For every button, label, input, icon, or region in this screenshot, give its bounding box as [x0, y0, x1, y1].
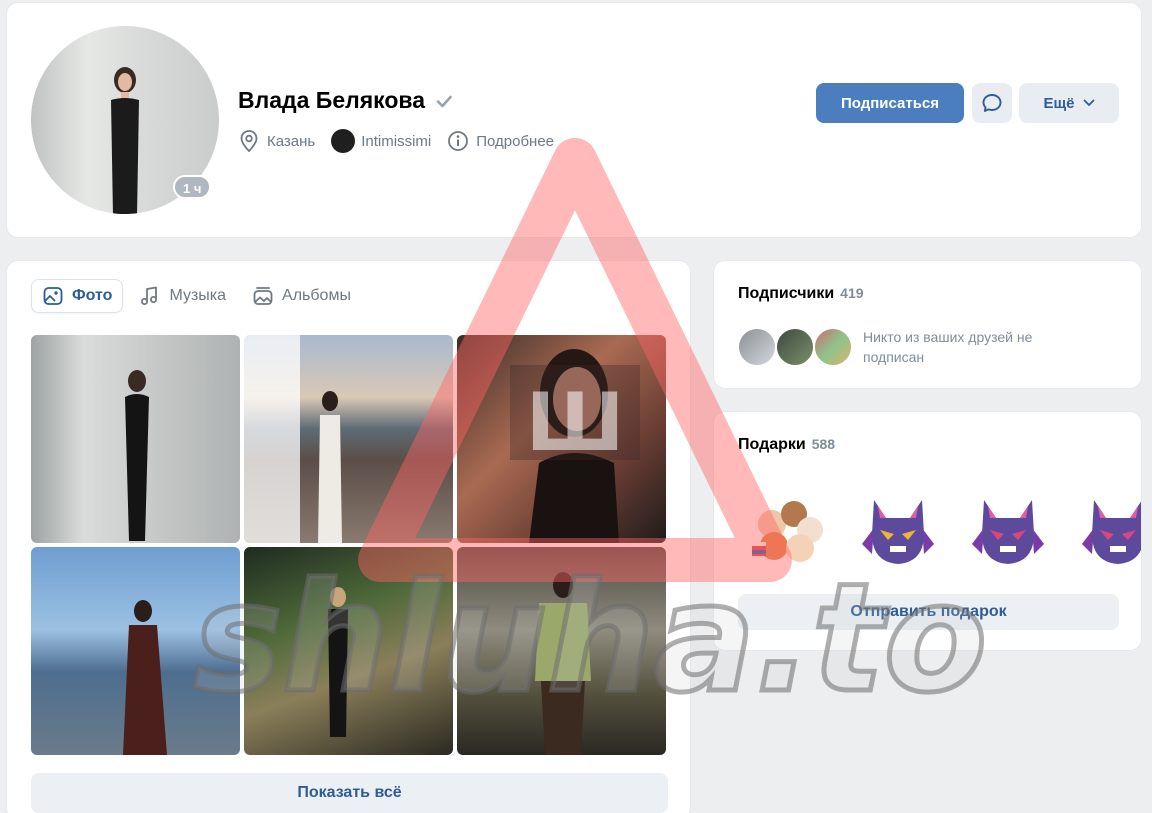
profile-header: 1 ч Влада Белякова Казань Intimissimi По… [6, 2, 1142, 238]
message-bubble-icon [982, 94, 1002, 112]
no-friends-note: Никто из ваших друзей не подписан [863, 329, 1033, 365]
photo-thumbnail[interactable] [457, 335, 666, 543]
photo-tabs: Фото Музыка Альбомы [31, 279, 367, 313]
photo-thumbnail[interactable] [244, 547, 453, 755]
tab-photos[interactable]: Фото [31, 279, 124, 313]
photo-thumbnail[interactable] [31, 547, 240, 755]
tab-music-label: Музыка [169, 287, 227, 304]
details-label: Подробнее [476, 132, 555, 150]
photo-icon [43, 287, 63, 305]
avatar-figure [111, 67, 139, 214]
info-icon [448, 131, 469, 151]
profile-name: Влада Белякова [238, 87, 426, 113]
name-row: Влада Белякова [238, 87, 453, 114]
company-item[interactable]: Intimissimi [331, 129, 431, 153]
gift-sticker-animals[interactable] [742, 484, 834, 576]
photo-grid [31, 335, 668, 755]
followers-count: 419 [840, 285, 864, 301]
music-note-icon [141, 286, 158, 305]
details-link[interactable]: Подробнее [447, 130, 554, 152]
company-label: Intimissimi [361, 132, 432, 150]
show-all-button[interactable]: Показать всё [31, 773, 668, 813]
photo-thumbnail[interactable] [31, 335, 240, 543]
followers-header[interactable]: Подписчики 419 [738, 285, 864, 303]
send-gift-button[interactable]: Отправить подарок [738, 594, 1119, 630]
photo-thumbnail[interactable] [244, 335, 453, 543]
message-button[interactable] [972, 83, 1012, 123]
follower-avatar[interactable] [737, 327, 777, 367]
photo-thumbnail[interactable] [457, 547, 666, 755]
chevron-down-icon [1083, 99, 1094, 106]
follower-avatar[interactable] [813, 327, 853, 367]
gift-sticker-bat[interactable] [962, 484, 1054, 576]
gift-sticker-bat[interactable] [852, 484, 944, 576]
gifts-title: Подарки [738, 436, 806, 453]
subscribe-button[interactable]: Подписаться [816, 83, 964, 123]
gift-sticker-bat[interactable] [1072, 484, 1142, 576]
tab-music[interactable]: Музыка [129, 279, 236, 313]
more-button[interactable]: Ещё [1019, 83, 1119, 123]
followers-title: Подписчики [738, 285, 835, 302]
tab-albums-label: Альбомы [282, 287, 351, 304]
tab-albums[interactable]: Альбомы [242, 279, 361, 313]
profile-info: Казань Intimissimi Подробнее [238, 129, 570, 153]
city-item[interactable]: Казань [238, 129, 315, 153]
albums-icon [253, 287, 273, 305]
follower-avatar[interactable] [775, 327, 815, 367]
followers-section: Подписчики 419 Никто из ваших друзей не … [713, 260, 1142, 389]
tab-photos-label: Фото [72, 287, 113, 304]
city-label: Казань [267, 132, 316, 150]
location-pin-icon [240, 130, 258, 153]
online-badge: 1 ч [173, 175, 212, 199]
photos-section: Фото Музыка Альбомы Показать всё [6, 260, 691, 813]
gifts-header[interactable]: Подарки 588 [738, 436, 835, 454]
gifts-count: 588 [811, 436, 836, 452]
more-label: Ещё [1043, 94, 1075, 112]
gifts-section: Подарки 588 Отправить подарок [713, 411, 1142, 651]
checkmark-icon [436, 95, 452, 107]
company-logo [331, 129, 356, 153]
